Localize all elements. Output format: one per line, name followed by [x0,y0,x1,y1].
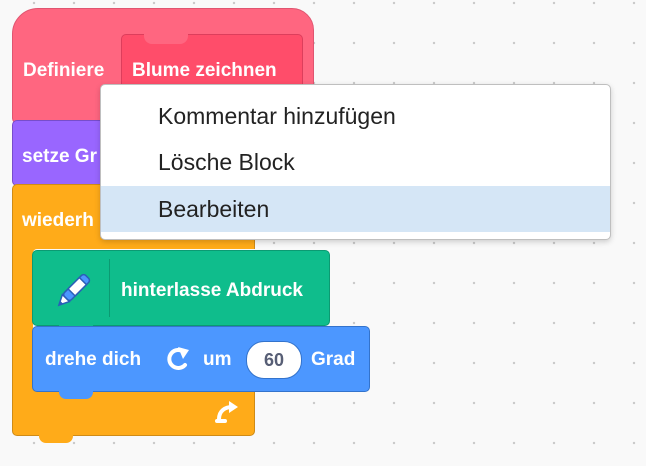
turn-block-label: drehe dich [45,349,142,370]
define-keyword: Definiere [23,60,105,81]
loop-arrow-icon [215,401,238,423]
pen-block-label: hinterlasse Abdruck [121,280,303,301]
set-block-label: setze Gr [22,146,97,167]
turn-block-um: um [203,349,232,370]
custom-block-name: Blume zeichnen [132,60,277,81]
block-tab [39,435,73,443]
menu-item-edit[interactable]: Bearbeiten [101,186,610,232]
pen-icon [57,273,91,307]
pen-down-block[interactable]: hinterlasse Abdruck [32,250,330,333]
turn-right-block[interactable]: drehe dich um 60 Grad [32,326,370,399]
menu-item-add-comment[interactable]: Kommentar hinzufügen [101,93,610,139]
turn-block-unit: Grad [311,349,356,370]
block-tab [59,391,93,399]
context-menu: Kommentar hinzufügen Lösche Block Bearbe… [100,84,611,240]
repeat-block-label: wiederh [22,210,94,231]
degrees-input[interactable]: 60 [246,341,302,379]
menu-item-delete-block[interactable]: Lösche Block [101,139,610,185]
pen-divider [109,259,110,317]
prototype-notch [144,34,188,44]
rotate-right-icon [167,347,189,370]
